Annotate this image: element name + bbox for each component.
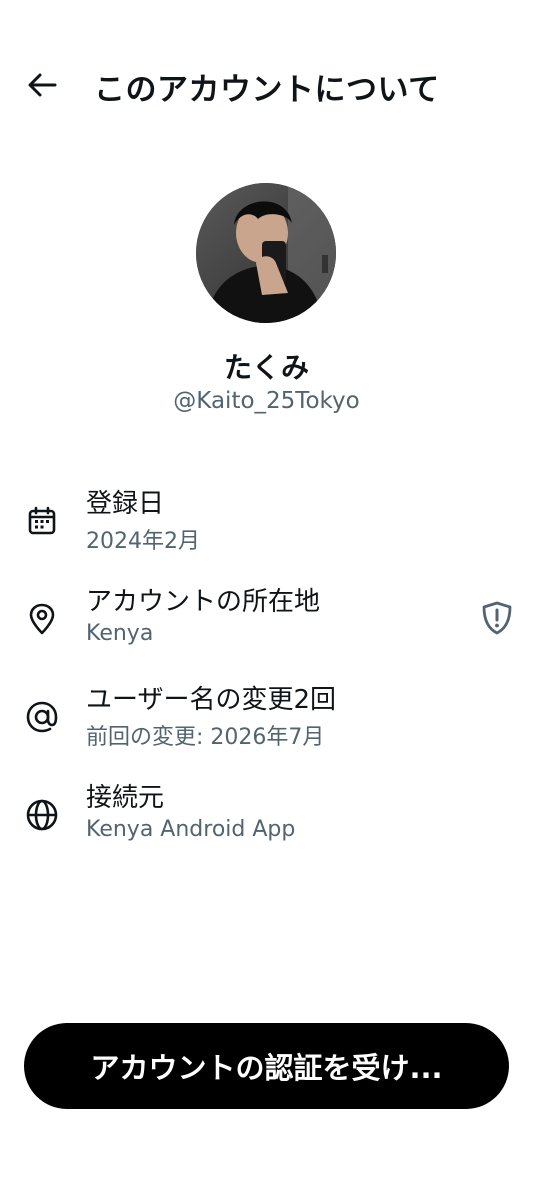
info-row-connected-via: 接続元 Kenya Android App — [0, 775, 533, 855]
info-label: アカウントの所在地 — [86, 587, 321, 617]
location-pin-icon — [24, 601, 60, 637]
user-handle: @Kaito_25Tokyo — [173, 388, 360, 414]
at-sign-icon — [24, 699, 60, 735]
info-row-joined: 登録日 2024年2月 — [0, 481, 533, 561]
profile-photo — [196, 183, 336, 323]
info-value: 2024年2月 — [86, 529, 200, 554]
calendar-icon — [24, 503, 60, 539]
info-value: 前回の変更: 2026年7月 — [86, 725, 325, 750]
info-label: 接続元 — [86, 783, 165, 813]
page-title: このアカウントについて — [94, 72, 440, 108]
info-label: 登録日 — [86, 489, 165, 519]
info-row-location: アカウントの所在地 Kenya — [0, 579, 533, 659]
info-label: ユーザー名の変更2回 — [86, 685, 337, 715]
info-value: Kenya — [86, 621, 154, 646]
back-button[interactable] — [22, 68, 62, 102]
display-name: たくみ — [223, 351, 310, 384]
avatar[interactable] — [196, 183, 336, 323]
arrow-left-icon — [28, 73, 57, 97]
info-value: Kenya Android App — [86, 817, 296, 842]
shield-icon — [482, 601, 512, 635]
privacy-shield-button[interactable] — [478, 599, 516, 637]
get-verified-button[interactable]: アカウントの認証を受け... — [24, 1023, 509, 1109]
info-row-username-changes: ユーザー名の変更2回 前回の変更: 2026年7月 — [0, 677, 533, 757]
top-app-bar: このアカウントについて — [0, 40, 533, 130]
globe-icon — [24, 797, 60, 833]
